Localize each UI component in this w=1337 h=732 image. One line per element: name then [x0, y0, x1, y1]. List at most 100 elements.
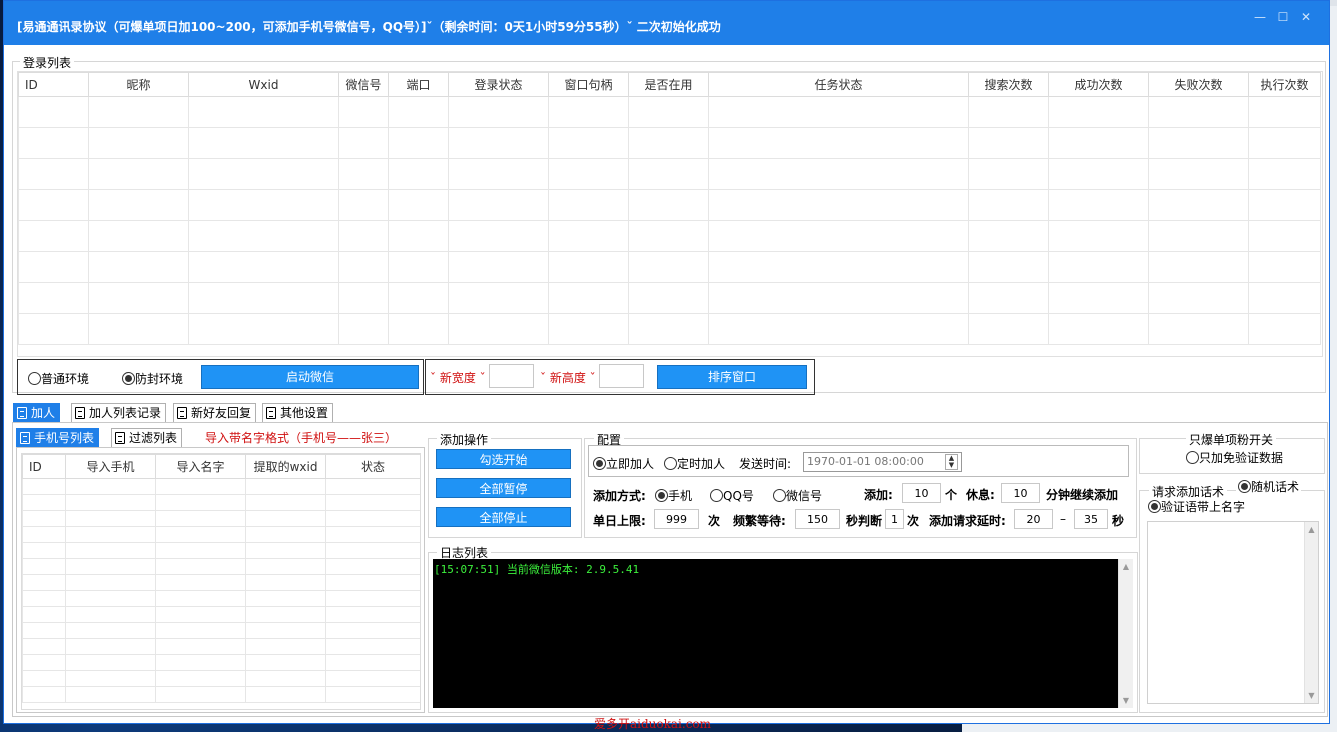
table-cell[interactable] — [245, 606, 326, 623]
table-cell[interactable] — [18, 158, 89, 190]
table-cell[interactable] — [1248, 189, 1321, 221]
table-cell[interactable] — [155, 558, 246, 575]
table-cell[interactable] — [968, 220, 1049, 252]
table-cell[interactable] — [968, 189, 1049, 221]
spinner-icon[interactable]: ▲ ▼ — [945, 454, 958, 470]
table-cell[interactable] — [245, 494, 326, 511]
table-cell[interactable] — [65, 686, 156, 703]
table-cell[interactable] — [968, 251, 1049, 283]
table-row[interactable] — [22, 542, 420, 559]
table-cell[interactable] — [65, 542, 156, 559]
table-cell[interactable] — [245, 654, 326, 671]
table-row[interactable] — [22, 622, 420, 639]
table-cell[interactable] — [245, 590, 326, 607]
log-scrollbar[interactable]: ▲ ▼ — [1118, 559, 1133, 708]
table-cell[interactable] — [1148, 127, 1249, 159]
table-cell[interactable] — [388, 127, 449, 159]
judge-count-input[interactable]: 1 — [885, 509, 904, 529]
table-row[interactable] — [22, 654, 420, 671]
col-window-handle[interactable]: 窗口句柄 — [548, 72, 629, 97]
table-cell[interactable] — [88, 189, 189, 221]
table-cell[interactable] — [65, 558, 156, 575]
maximize-button[interactable]: ☐ — [1273, 9, 1293, 27]
table-cell[interactable] — [325, 638, 420, 655]
table-cell[interactable] — [338, 251, 389, 283]
col-search-count[interactable]: 搜索次数 — [968, 72, 1049, 97]
random-phrase-option[interactable]: 随机话术 — [1236, 478, 1302, 495]
table-cell[interactable] — [548, 96, 629, 128]
table-cell[interactable] — [338, 189, 389, 221]
table-cell[interactable] — [325, 558, 420, 575]
table-cell[interactable] — [155, 542, 246, 559]
login-table[interactable]: ID 昵称 Wxid 微信号 端口 登录状态 窗口句柄 是否在用 任务状态 搜索… — [17, 71, 1323, 357]
table-cell[interactable] — [18, 96, 89, 128]
table-row[interactable] — [22, 686, 420, 703]
table-row[interactable] — [22, 606, 420, 623]
table-cell[interactable] — [325, 622, 420, 639]
col-in-use[interactable]: 是否在用 — [628, 72, 709, 97]
sort-windows-button[interactable]: 排序窗口 — [657, 365, 807, 389]
timed-radio[interactable] — [664, 457, 677, 470]
table-cell[interactable] — [1148, 251, 1249, 283]
with-name-option[interactable]: 验证语带上名字 — [1148, 498, 1245, 515]
table-cell[interactable] — [325, 478, 420, 495]
tab-filter-list[interactable]: 过滤列表 — [111, 428, 183, 448]
table-cell[interactable] — [88, 96, 189, 128]
table-cell[interactable] — [245, 686, 326, 703]
table-cell[interactable] — [155, 590, 246, 607]
normal-env-radio[interactable] — [28, 372, 41, 385]
table-cell[interactable] — [22, 654, 66, 671]
rest-input[interactable]: 10 — [1001, 483, 1040, 503]
col-import-name[interactable]: 导入名字 — [155, 454, 246, 479]
table-cell[interactable] — [388, 282, 449, 314]
table-cell[interactable] — [338, 313, 389, 345]
table-cell[interactable] — [155, 622, 246, 639]
table-cell[interactable] — [325, 606, 420, 623]
table-cell[interactable] — [1148, 220, 1249, 252]
send-time-picker[interactable]: 1970-01-01 08:00:00 ▲ ▼ — [803, 452, 962, 472]
table-cell[interactable] — [548, 220, 629, 252]
table-cell[interactable] — [245, 558, 326, 575]
table-cell[interactable] — [1148, 158, 1249, 190]
table-cell[interactable] — [338, 282, 389, 314]
table-cell[interactable] — [1048, 96, 1149, 128]
table-cell[interactable] — [338, 158, 389, 190]
table-cell[interactable] — [1148, 282, 1249, 314]
table-cell[interactable] — [88, 127, 189, 159]
table-cell[interactable] — [968, 313, 1049, 345]
table-cell[interactable] — [338, 127, 389, 159]
verify-free-option[interactable]: 只加免验证数据 — [1186, 449, 1283, 466]
table-cell[interactable] — [155, 606, 246, 623]
table-cell[interactable] — [628, 313, 709, 345]
table-cell[interactable] — [968, 127, 1049, 159]
table-cell[interactable] — [245, 670, 326, 687]
table-cell[interactable] — [708, 251, 969, 283]
table-cell[interactable] — [88, 220, 189, 252]
request-phrase-textarea[interactable]: ▲ ▼ — [1147, 521, 1319, 704]
table-cell[interactable] — [155, 526, 246, 543]
col-fail-count[interactable]: 失败次数 — [1148, 72, 1249, 97]
table-cell[interactable] — [22, 542, 66, 559]
scroll-down-icon[interactable]: ▼ — [1305, 691, 1318, 700]
table-cell[interactable] — [22, 606, 66, 623]
table-row[interactable] — [22, 574, 420, 591]
table-row[interactable] — [22, 510, 420, 527]
table-cell[interactable] — [548, 282, 629, 314]
table-cell[interactable] — [1048, 251, 1149, 283]
start-wechat-button[interactable]: 启动微信 — [201, 365, 419, 389]
table-cell[interactable] — [708, 158, 969, 190]
col-success-count[interactable]: 成功次数 — [1048, 72, 1149, 97]
table-cell[interactable] — [325, 654, 420, 671]
with-name-check[interactable] — [1148, 500, 1161, 513]
table-cell[interactable] — [448, 251, 549, 283]
table-cell[interactable] — [388, 220, 449, 252]
col-nickname[interactable]: 昵称 — [88, 72, 189, 97]
mode-qq-radio[interactable] — [710, 489, 723, 502]
table-cell[interactable] — [188, 313, 339, 345]
table-cell[interactable] — [22, 526, 66, 543]
table-cell[interactable] — [65, 670, 156, 687]
table-cell[interactable] — [968, 158, 1049, 190]
table-cell[interactable] — [548, 313, 629, 345]
table-row[interactable] — [18, 251, 1321, 283]
table-row[interactable] — [22, 558, 420, 575]
